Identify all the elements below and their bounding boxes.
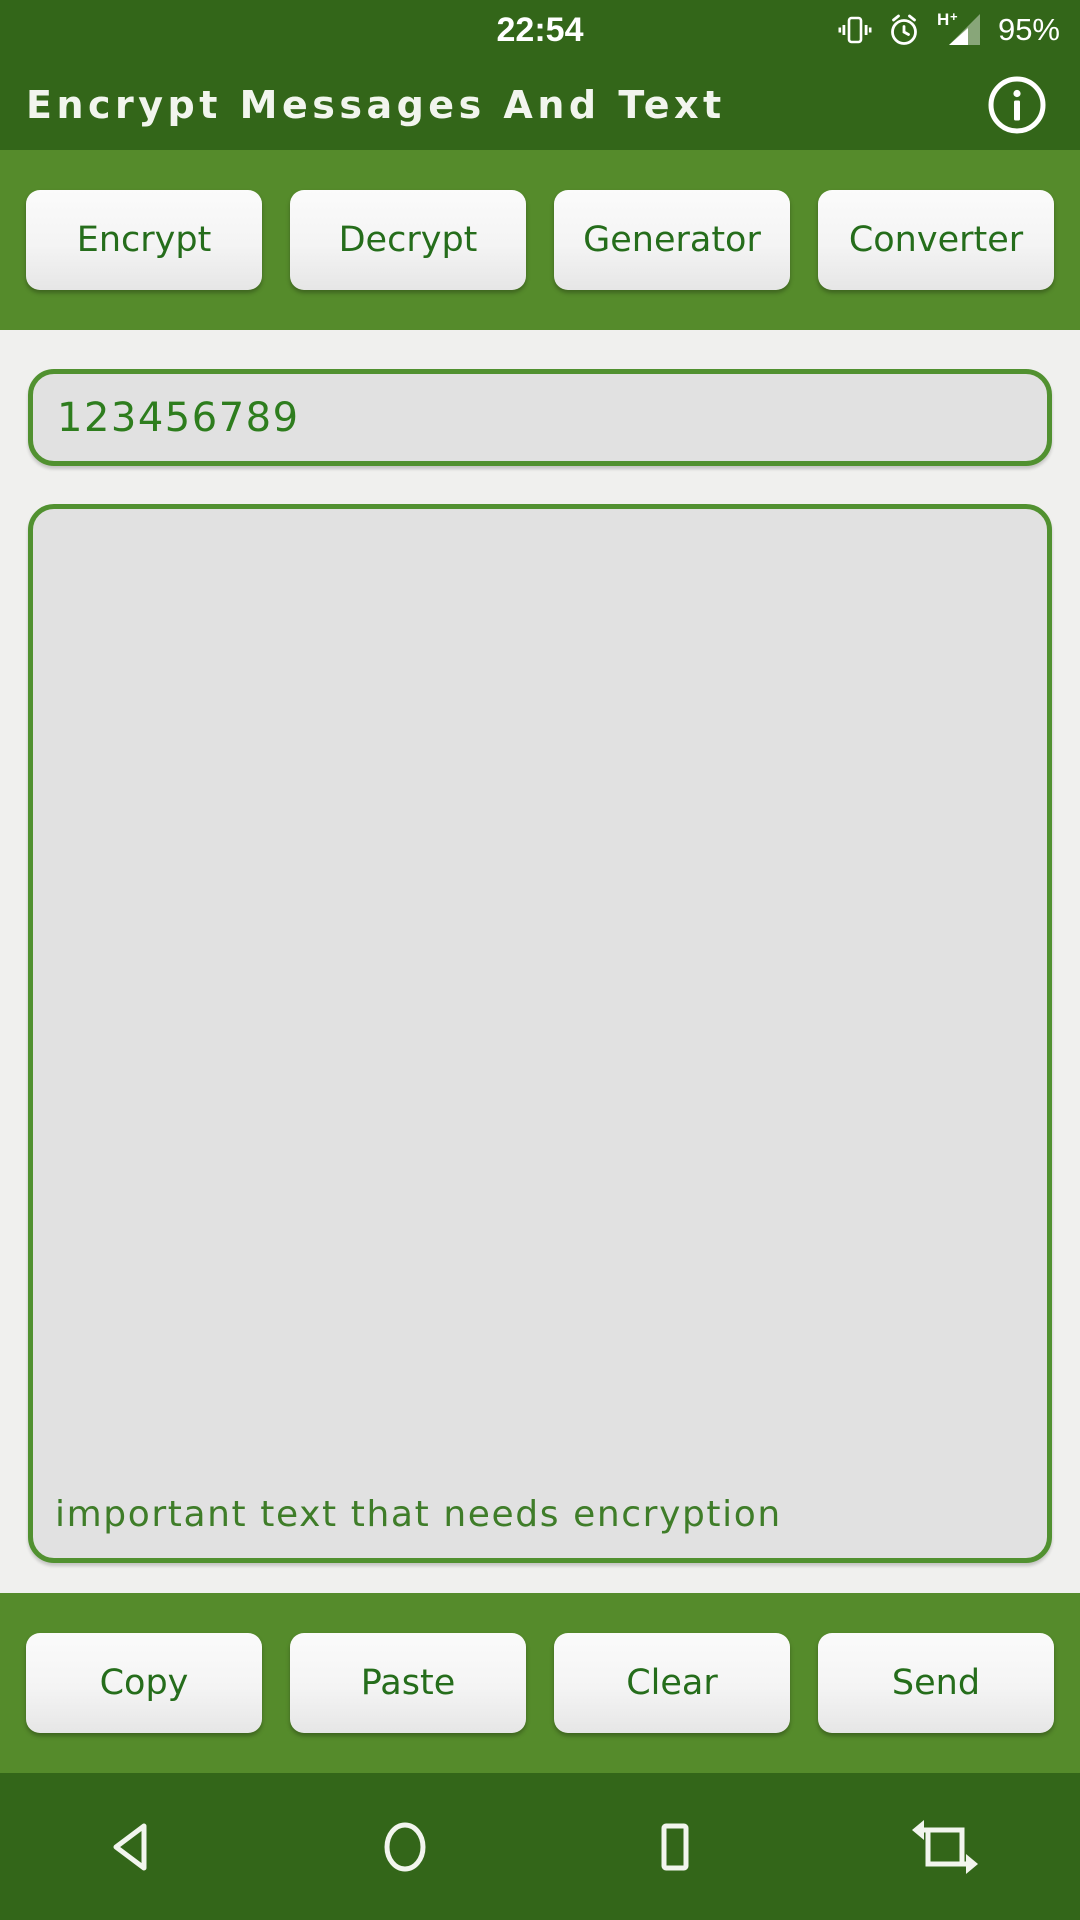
send-button-label: Send [891, 1663, 981, 1703]
info-icon[interactable] [986, 74, 1048, 136]
tab-converter[interactable]: Converter [818, 190, 1054, 290]
alarm-icon [886, 12, 922, 48]
recents-icon[interactable] [540, 1773, 810, 1920]
battery-percent: 95% [997, 12, 1060, 47]
send-button[interactable]: Send [818, 1633, 1054, 1733]
tab-bar: Encrypt Decrypt Generator Converter [0, 150, 1080, 330]
clear-button[interactable]: Clear [554, 1633, 790, 1733]
tab-decrypt-label: Decrypt [338, 220, 478, 260]
clear-button-label: Clear [626, 1663, 718, 1703]
tab-converter-label: Converter [848, 220, 1024, 260]
hplus-signal-icon: H + [936, 10, 984, 50]
tab-encrypt-label: Encrypt [76, 220, 212, 260]
svg-text:H: H [937, 10, 949, 29]
tab-generator-label: Generator [583, 220, 761, 260]
copy-button-label: Copy [99, 1663, 189, 1703]
message-input[interactable]: important text that needs encryption [28, 504, 1052, 1563]
tab-encrypt[interactable]: Encrypt [26, 190, 262, 290]
main-content: 123456789 important text that needs encr… [0, 330, 1080, 1593]
phone-screen: 22:54 H + 95% Encrypt Messages And Text … [0, 0, 1080, 1920]
key-input-value: 123456789 [57, 394, 300, 441]
svg-text:+: + [950, 10, 958, 24]
tab-decrypt[interactable]: Decrypt [290, 190, 526, 290]
status-icons: H + 95% [838, 0, 1060, 60]
back-icon[interactable] [0, 1773, 270, 1920]
vibrate-icon [838, 13, 872, 47]
copy-button[interactable]: Copy [26, 1633, 262, 1733]
page-title: Encrypt Messages And Text [26, 83, 726, 127]
action-bar: Copy Paste Clear Send [0, 1593, 1080, 1773]
paste-button-label: Paste [360, 1663, 456, 1703]
app-bar: Encrypt Messages And Text [0, 60, 1080, 150]
tab-generator[interactable]: Generator [554, 190, 790, 290]
system-nav-bar [0, 1773, 1080, 1920]
status-bar: 22:54 H + 95% [0, 0, 1080, 60]
status-clock: 22:54 [496, 10, 584, 49]
home-icon[interactable] [270, 1773, 540, 1920]
message-input-value: important text that needs encryption [55, 1493, 782, 1535]
paste-button[interactable]: Paste [290, 1633, 526, 1733]
rotate-screen-icon[interactable] [810, 1773, 1080, 1920]
key-input[interactable]: 123456789 [28, 369, 1052, 466]
